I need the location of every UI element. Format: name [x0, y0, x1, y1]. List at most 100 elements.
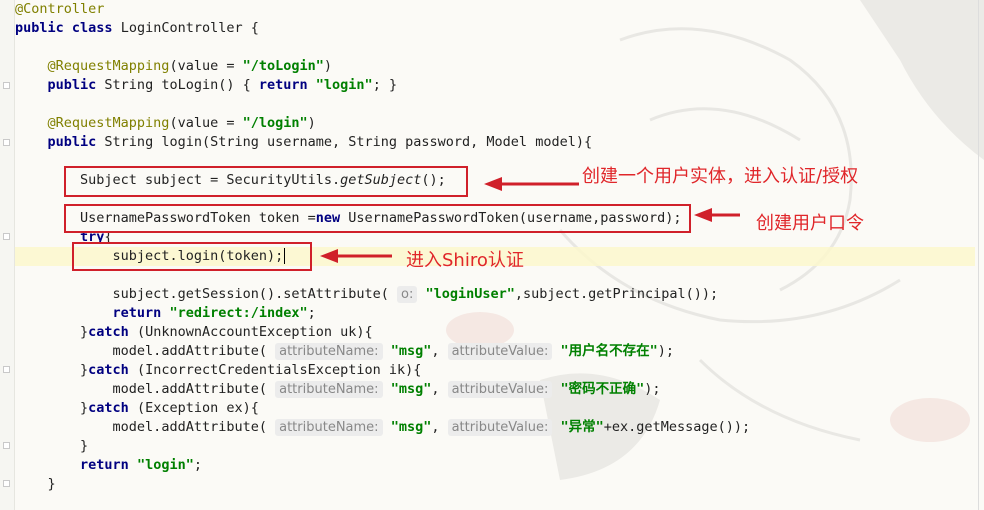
code-text: , — [431, 381, 448, 397]
code-line: subject.getSession().setAttribute( o: "l… — [15, 285, 718, 304]
code-text: } — [80, 438, 89, 454]
code-text: , — [431, 343, 448, 359]
code-text: model.addAttribute( — [112, 381, 276, 397]
code-line: @RequestMapping(value = "/toLogin") — [15, 57, 333, 76]
parameter-hint: attributeName: — [275, 343, 383, 360]
string-literal: "密码不正确" — [560, 381, 645, 397]
code-text: (Exception ex){ — [128, 400, 259, 416]
code-text: } — [47, 476, 56, 492]
code-text: model.addAttribute( — [112, 343, 276, 359]
fold-marker[interactable] — [3, 442, 10, 449]
code-text: , — [431, 419, 448, 435]
keyword: public — [47, 134, 97, 150]
editor-gutter — [0, 0, 15, 510]
code-line: public class LoginController { — [15, 19, 259, 38]
code-text: model.addAttribute( — [112, 419, 276, 435]
class-name: LoginController { — [120, 20, 259, 36]
code-text: } — [80, 324, 89, 340]
parameter-hint: attributeValue: — [447, 343, 553, 360]
code-line: public String login(String username, Str… — [15, 133, 593, 152]
string-literal: "/login" — [242, 115, 308, 131]
code-line: } — [15, 475, 56, 494]
string-literal: "redirect:/index" — [169, 305, 308, 321]
code-text: (value = — [169, 58, 243, 74]
code-text: subject.login(token); — [112, 248, 284, 264]
callout-arrow-login — [320, 249, 392, 263]
code-line: }catch (IncorrectCredentialsException ik… — [15, 361, 421, 380]
code-text: UsernamePasswordToken token = — [80, 210, 316, 226]
code-text: ); — [644, 381, 661, 397]
code-line: return "redirect:/index"; — [15, 304, 316, 323]
code-text: ; } — [372, 77, 398, 93]
fold-marker[interactable] — [3, 139, 10, 146]
string-literal: "用户名不存在" — [560, 343, 658, 359]
code-line: model.addAttribute( attributeName: "msg"… — [15, 418, 750, 437]
string-literal: "msg" — [390, 343, 432, 359]
code-text: ,subject.getPrincipal()); — [514, 286, 719, 302]
code-text: (UnknownAccountException uk){ — [128, 324, 373, 340]
fold-marker[interactable] — [3, 82, 10, 89]
code-line: try{ — [15, 228, 113, 247]
code-text: { — [104, 229, 113, 245]
string-literal: "msg" — [390, 381, 432, 397]
fold-marker[interactable] — [3, 366, 10, 373]
code-text: } — [80, 400, 89, 416]
string-literal: "login" — [315, 77, 373, 93]
keyword: catch — [88, 362, 129, 378]
code-text: Subject subject = SecurityUtils. — [80, 172, 341, 188]
parameter-hint: attributeName: — [275, 419, 383, 436]
code-text: ; — [193, 457, 202, 473]
code-line: } — [15, 437, 88, 456]
keyword: catch — [88, 324, 129, 340]
string-literal: "异常" — [560, 419, 604, 435]
keyword: return — [80, 457, 129, 473]
right-margin-guide — [978, 0, 979, 510]
fold-marker[interactable] — [3, 480, 10, 487]
parameter-hint: attributeValue: — [447, 381, 553, 398]
code-text: UsernamePasswordToken(username,password)… — [340, 210, 682, 226]
code-line: public String toLogin() { return "login"… — [15, 76, 398, 95]
callout-arrow-token — [694, 208, 740, 222]
callout-label-token: 创建用户口令 — [756, 213, 864, 234]
code-text: String toLogin() { — [96, 77, 259, 93]
code-text: String login(String username, String pas… — [96, 134, 593, 150]
parameter-hint: o: — [397, 286, 418, 303]
code-text: ; — [307, 305, 316, 321]
annotation: @RequestMapping — [47, 115, 170, 131]
code-text: +ex.getMessage()); — [603, 419, 751, 435]
code-line: UsernamePasswordToken token =new Usernam… — [15, 209, 682, 228]
text-cursor — [284, 248, 286, 264]
code-line: @Controller — [15, 0, 104, 19]
code-text: subject.getSession().setAttribute( — [112, 286, 398, 302]
code-line: @RequestMapping(value = "/login") — [15, 114, 316, 133]
code-text: ) — [307, 115, 316, 131]
code-line: model.addAttribute( attributeName: "msg"… — [15, 342, 674, 361]
code-line: }catch (UnknownAccountException uk){ — [15, 323, 373, 342]
parameter-hint: attributeValue: — [447, 419, 553, 436]
callout-arrow-subject — [484, 177, 579, 191]
code-text: ); — [657, 343, 675, 359]
keyword: return — [112, 305, 162, 321]
fold-marker[interactable] — [3, 233, 10, 240]
string-literal: "login" — [136, 457, 194, 473]
string-literal: "loginUser" — [425, 286, 515, 302]
keyword: new — [315, 210, 341, 226]
code-text: (IncorrectCredentialsException ik){ — [128, 362, 422, 378]
keyword: return — [258, 77, 308, 93]
string-literal: "msg" — [390, 419, 432, 435]
annotation: @Controller — [15, 1, 105, 17]
callout-label-login: 进入Shiro认证 — [406, 250, 524, 271]
callout-label-subject: 创建一个用户实体，进入认证/授权 — [582, 166, 859, 187]
keyword: public class — [15, 20, 113, 36]
code-line: model.addAttribute( attributeName: "msg"… — [15, 380, 661, 399]
keyword: try — [80, 229, 105, 245]
code-text: (value = — [169, 115, 243, 131]
code-text: } — [80, 362, 89, 378]
code-line: Subject subject = SecurityUtils.getSubje… — [15, 171, 446, 190]
code-text: ) — [323, 58, 333, 74]
code-line: }catch (Exception ex){ — [15, 399, 259, 418]
method-name: getSubject — [340, 172, 422, 188]
string-literal: "/toLogin" — [242, 58, 324, 74]
keyword: catch — [88, 400, 129, 416]
code-line: return "login"; — [15, 456, 202, 475]
